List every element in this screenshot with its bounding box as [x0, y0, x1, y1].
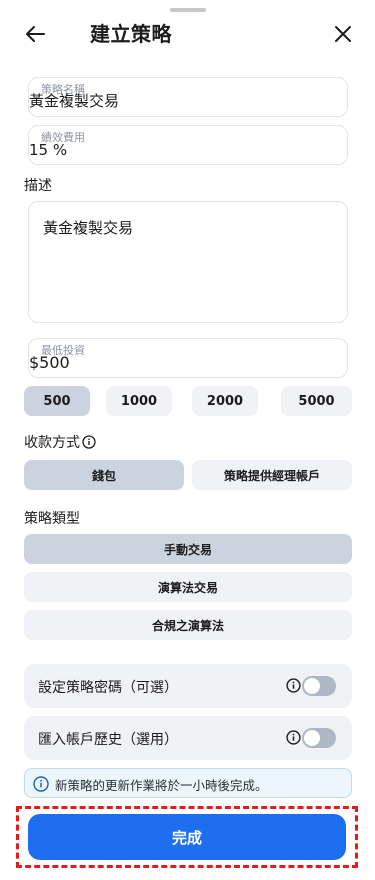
close-icon[interactable] — [331, 22, 355, 46]
strategy-name-value: 黃金複製交易 — [29, 92, 120, 110]
amount-chip-1000[interactable]: 1000 — [106, 386, 172, 416]
info-icon[interactable] — [82, 435, 96, 449]
sheet-grabber[interactable] — [169, 8, 206, 12]
header: 建立策略 — [0, 18, 375, 50]
amount-chip-500[interactable]: 500 — [24, 386, 90, 416]
strategy-type-label: 策略類型 — [24, 511, 80, 527]
page-title: 建立策略 — [90, 22, 172, 46]
min-investment-value: $500 — [29, 353, 70, 372]
info-icon[interactable] — [286, 678, 301, 693]
payment-method-label: 收款方式 — [24, 435, 80, 451]
import-history-toggle-row: 匯入帳戶歷史（選用） — [24, 716, 352, 760]
min-investment-field[interactable]: 最低投資 $500 — [28, 338, 348, 378]
payment-option-manager-account[interactable]: 策略提供經理帳戶 — [192, 460, 352, 490]
strategy-name-field[interactable]: 策略名稱 黃金複製交易 — [28, 77, 348, 117]
import-history-toggle-switch[interactable] — [302, 728, 336, 748]
strategy-type-manual[interactable]: 手動交易 — [24, 534, 352, 564]
done-button[interactable]: 完成 — [28, 814, 346, 860]
description-label: 描述 — [24, 178, 52, 194]
toggle-knob — [304, 730, 320, 746]
amount-chip-2000[interactable]: 2000 — [192, 386, 258, 416]
import-history-toggle-label: 匯入帳戶歷史（選用） — [38, 732, 178, 748]
strategy-type-algorithmic[interactable]: 演算法交易 — [24, 572, 352, 602]
info-circle-icon — [33, 776, 49, 792]
password-toggle-row: 設定策略密碼（可選） — [24, 664, 352, 708]
info-icon[interactable] — [286, 730, 301, 745]
update-notice: 新策略的更新作業將於一小時後完成。 — [24, 768, 352, 798]
password-toggle-label: 設定策略密碼（可選） — [38, 680, 178, 696]
performance-fee-field[interactable]: 績效費用 15 % — [28, 125, 348, 165]
back-arrow-icon[interactable] — [24, 22, 48, 46]
amount-presets: 500 1000 2000 5000 — [24, 386, 352, 416]
strategy-type-compliant-algorithm[interactable]: 合規之演算法 — [24, 610, 352, 640]
payment-method-heading: 收款方式 — [24, 432, 96, 452]
update-notice-text: 新策略的更新作業將於一小時後完成。 — [55, 778, 268, 793]
password-toggle-switch[interactable] — [302, 676, 336, 696]
description-textarea[interactable]: 黃金複製交易 — [28, 201, 348, 323]
payment-method-options: 錢包 策略提供經理帳戶 — [24, 460, 352, 490]
performance-fee-value: 15 % — [29, 141, 68, 159]
amount-chip-5000[interactable]: 5000 — [281, 386, 352, 416]
payment-option-wallet[interactable]: 錢包 — [24, 460, 184, 490]
toggle-knob — [304, 678, 320, 694]
description-value: 黃金複製交易 — [43, 219, 134, 237]
